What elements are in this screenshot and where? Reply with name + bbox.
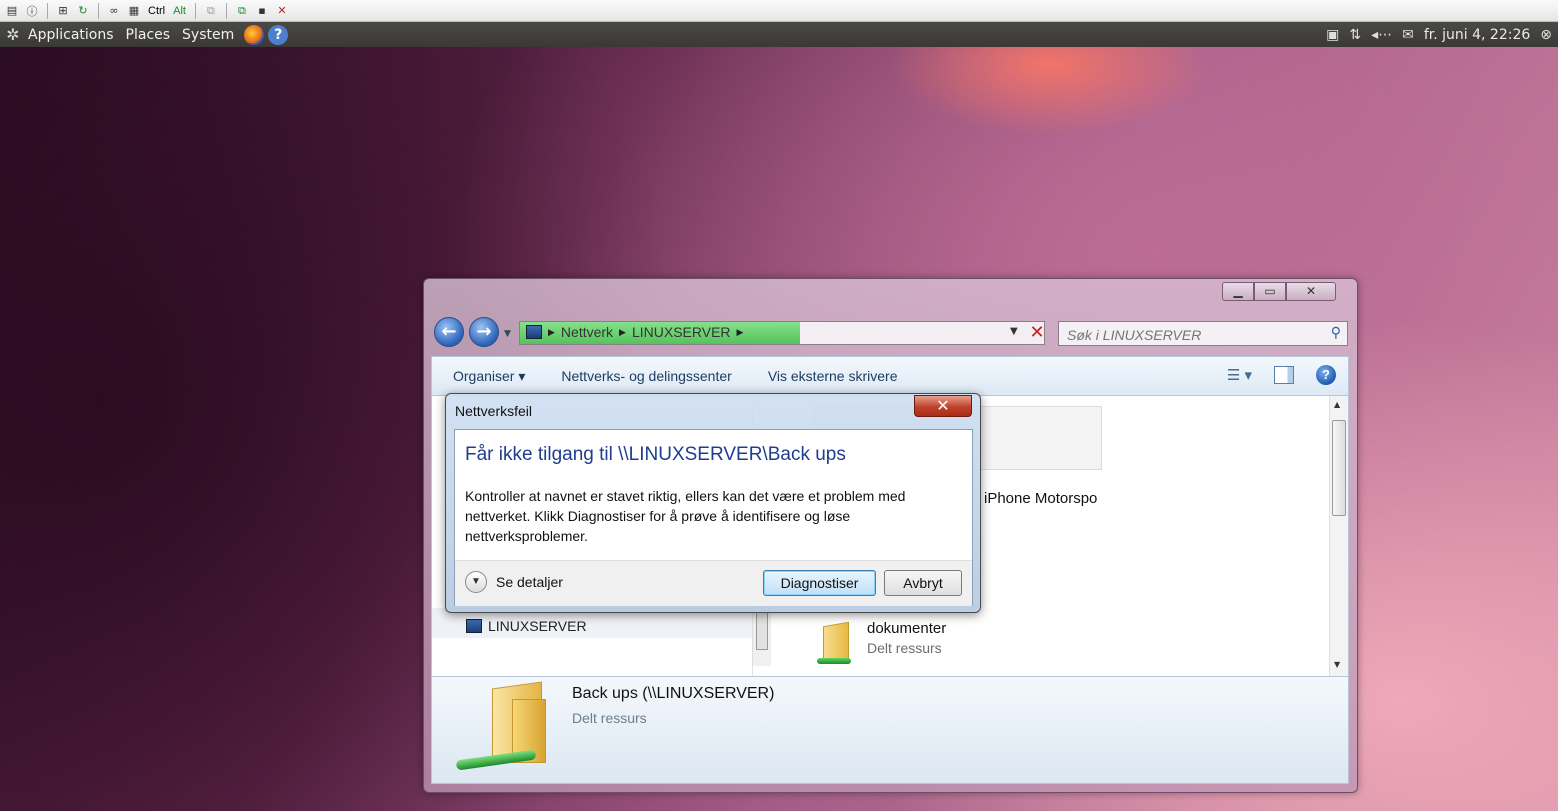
- search-icon[interactable]: ⚲: [1331, 325, 1341, 341]
- panel-tray: ▣ ⇅ ◂⋯ ✉ fr. juni 4, 22:26 ⊗: [1326, 22, 1558, 47]
- link-icon[interactable]: ∞: [106, 3, 122, 19]
- server-icon: [466, 619, 482, 633]
- help-button[interactable]: ?: [1316, 365, 1336, 385]
- search-box[interactable]: ⚲: [1058, 321, 1348, 347]
- ubuntu-logo-icon: ✲: [6, 24, 20, 44]
- organize-menu[interactable]: Organiser ▾: [432, 368, 543, 385]
- fullscreen-icon[interactable]: ⊞: [55, 3, 71, 19]
- address-dropdown-icon[interactable]: ▼: [1010, 326, 1018, 337]
- places-menu[interactable]: Places: [120, 27, 177, 43]
- minimize-button[interactable]: ▁: [1222, 282, 1254, 301]
- shutdown-icon[interactable]: ⊗: [1540, 27, 1552, 43]
- system-menu[interactable]: System: [176, 27, 240, 43]
- file-name: dokumenter: [867, 620, 947, 637]
- nav-item-label: LINUXSERVER: [488, 618, 587, 634]
- alt-key-button[interactable]: Alt: [171, 5, 188, 17]
- dialog-footer: ▼ Se detaljer Diagnostiser Avbryt: [455, 560, 972, 606]
- info-icon[interactable]: ⓘ: [24, 3, 40, 19]
- clock[interactable]: fr. juni 4, 22:26: [1424, 27, 1530, 43]
- firefox-icon[interactable]: [244, 24, 265, 45]
- details-item-name: Back ups (\\LINUXSERVER): [572, 685, 775, 702]
- dialog-title: Nettverksfeil: [455, 403, 533, 419]
- nav-item-linuxserver[interactable]: LINUXSERVER: [466, 618, 587, 634]
- toolbar-separator: [47, 2, 48, 19]
- breadcrumb-linuxserver[interactable]: LINUXSERVER: [632, 324, 731, 340]
- command-bar: Organiser ▾ Nettverks- og delingssenter …: [431, 356, 1349, 396]
- shared-folder-icon: [817, 620, 853, 668]
- dialog-message: Kontroller at navnet er stavet riktig, e…: [465, 488, 906, 544]
- toolbar-separator: [98, 2, 99, 19]
- nav-scroll-thumb[interactable]: [756, 612, 768, 650]
- breadcrumb-arrow-icon[interactable]: ▶: [619, 327, 626, 338]
- breadcrumb-arrow-icon[interactable]: ▶: [548, 327, 555, 338]
- chevron-down-icon[interactable]: ▼: [465, 571, 487, 593]
- copy-icon[interactable]: ⧉: [203, 3, 219, 19]
- search-input[interactable]: [1059, 322, 1319, 347]
- diagnose-button[interactable]: Diagnostiser: [763, 570, 876, 596]
- preview-pane-icon[interactable]: [1274, 366, 1294, 384]
- dialog-heading: Får ikke tilgang til \\LINUXSERVER\Back …: [465, 444, 846, 465]
- recent-pages-dropdown[interactable]: ▼: [504, 329, 511, 339]
- save-icon[interactable]: ▪: [254, 3, 270, 19]
- see-details-label: Se detaljer: [496, 574, 563, 590]
- stop-loading-button[interactable]: ✕: [1026, 322, 1048, 344]
- ctrl-key-button[interactable]: Ctrl: [146, 5, 167, 17]
- cancel-button[interactable]: Avbryt: [884, 570, 962, 596]
- toolbar-separator: [194, 2, 196, 19]
- view-options-icon[interactable]: ☰ ▾: [1227, 366, 1252, 384]
- share-name-partial[interactable]: iPhone Motorspo: [984, 490, 1097, 507]
- details-pane: Back ups (\\LINUXSERVER) Delt ressurs: [431, 676, 1349, 784]
- file-type: Delt ressurs: [867, 640, 942, 656]
- nav-scrollbar[interactable]: [752, 606, 771, 666]
- network-center-button[interactable]: Nettverks- og delingssenter: [543, 368, 749, 384]
- gnome-top-panel: ✲ Applications Places System ? ▣ ⇅ ◂⋯ ✉ …: [0, 22, 1558, 47]
- scroll-down-icon[interactable]: ▼: [1334, 660, 1340, 669]
- network-error-dialog: Nettverksfeil ✕ Får ikke tilgang til \\L…: [445, 393, 981, 613]
- network-computer-icon: [526, 325, 542, 339]
- vnc-toolbar: ▤ ⓘ ⊞ ↻ ∞ ▦ Ctrl Alt ⧉ ⧉ ▪ ✕: [0, 0, 1558, 22]
- help-icon[interactable]: ?: [268, 24, 289, 45]
- refresh-icon[interactable]: ↻: [75, 3, 91, 19]
- mail-icon[interactable]: ✉: [1402, 27, 1414, 43]
- clipboard-icon[interactable]: ▤: [4, 3, 20, 19]
- dialog-close-button[interactable]: ✕: [914, 395, 972, 417]
- details-item-type: Delt ressurs: [572, 710, 647, 726]
- shared-folder-icon: [455, 681, 546, 777]
- forward-button[interactable]: →: [469, 317, 499, 347]
- network-icon[interactable]: ⇅: [1349, 27, 1361, 43]
- disconnect-icon[interactable]: ✕: [274, 3, 290, 19]
- file-list-scrollbar[interactable]: ▲ ▼: [1329, 396, 1348, 676]
- scroll-up-icon[interactable]: ▲: [1334, 400, 1340, 409]
- close-button[interactable]: ✕: [1286, 282, 1336, 301]
- back-button[interactable]: ←: [434, 317, 464, 347]
- list-item[interactable]: dokumenter Delt ressurs: [817, 620, 946, 668]
- see-details-toggle[interactable]: ▼ Se detaljer: [465, 571, 563, 593]
- applications-menu[interactable]: Applications: [22, 27, 120, 43]
- view-printers-button[interactable]: Vis eksterne skrivere: [750, 368, 916, 384]
- new-connection-icon[interactable]: ⧉: [234, 3, 250, 19]
- breadcrumb-arrow-icon[interactable]: ▶: [737, 327, 744, 338]
- volume-icon[interactable]: ◂⋯: [1371, 27, 1392, 43]
- address-bar[interactable]: ▶ Nettverk ▶ LINUXSERVER ▶ ▼: [519, 321, 1045, 345]
- display-icon[interactable]: ▣: [1326, 27, 1339, 43]
- breadcrumb-network[interactable]: Nettverk: [561, 324, 613, 340]
- scroll-thumb[interactable]: [1332, 420, 1346, 516]
- maximize-button[interactable]: ▭: [1254, 282, 1286, 301]
- dialog-body: Får ikke tilgang til \\LINUXSERVER\Back …: [454, 429, 973, 606]
- keyboard-icon[interactable]: ▦: [126, 3, 142, 19]
- toolbar-separator: [225, 2, 227, 19]
